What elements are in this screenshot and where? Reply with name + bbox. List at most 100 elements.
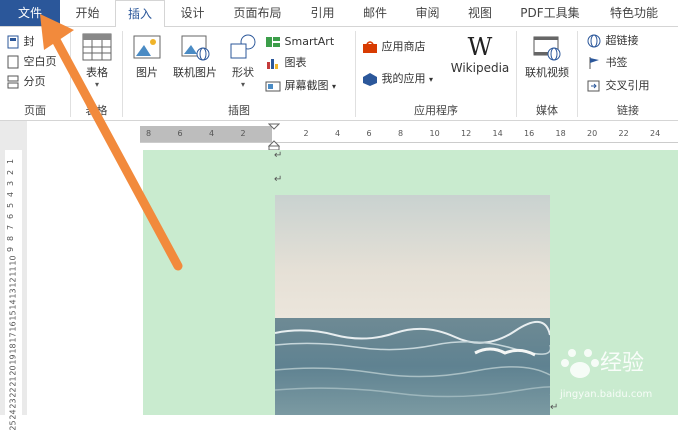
ribbon-tab-bar: 文件 开始 插入 设计 页面布局 引用 邮件 审阅 视图 PDF工具集 特色功能: [0, 0, 678, 27]
ruler-tick-label: 8: [6, 235, 16, 242]
my-apps-button[interactable]: 我的应用 ▾: [362, 70, 433, 88]
picture-button[interactable]: 图片: [129, 33, 165, 80]
hyperlink-icon: [587, 34, 601, 48]
ruler-tick-label: 2: [303, 129, 309, 138]
ruler-tick-label: 5: [6, 202, 16, 209]
horizontal-ruler[interactable]: 86422468101214161820222426: [140, 126, 678, 143]
table-label: 表格: [86, 66, 108, 79]
ruler-tick-label: 21: [8, 376, 18, 387]
cover-page-button[interactable]: 封: [6, 33, 35, 51]
inserted-picture[interactable]: [275, 195, 550, 415]
page-break-button[interactable]: 分页: [6, 73, 46, 91]
table-button[interactable]: 表格 ▾: [77, 33, 117, 89]
page-break-label: 分页: [23, 75, 46, 88]
ruler-tick-label: 14: [8, 299, 18, 310]
tab-references[interactable]: 引用: [295, 0, 350, 26]
wikipedia-button[interactable]: W Wikipedia: [448, 33, 512, 75]
ruler-tick-label: 9: [6, 246, 16, 253]
cover-page-label: 封: [23, 35, 35, 48]
online-video-button[interactable]: 联机视频: [520, 33, 574, 80]
tab-insert[interactable]: 插入: [115, 0, 165, 27]
ruler-tick-label: 14: [492, 129, 503, 138]
table-icon: [82, 33, 112, 61]
screenshot-button[interactable]: 屏幕截图 ▾: [265, 77, 336, 95]
group-label-pages: 页面: [24, 104, 46, 117]
wikipedia-icon: W: [467, 33, 493, 61]
baidu-jingyan-watermark: 经验 jingyan.baidu.com: [560, 345, 675, 405]
paragraph-mark: ↵: [274, 150, 283, 161]
smartart-button[interactable]: SmartArt: [265, 33, 334, 51]
blank-page-button[interactable]: 空白页: [6, 53, 57, 71]
online-video-icon: [533, 36, 561, 61]
table-dropdown-icon: ▾: [94, 80, 99, 89]
ruler-tick-label: 22: [8, 387, 18, 398]
picture-icon: [133, 35, 161, 59]
ruler-tick-label: 25: [8, 420, 18, 431]
bookmark-label: 书签: [605, 56, 628, 69]
ruler-tick-label: 20: [587, 129, 598, 138]
hyperlink-button[interactable]: 超链接: [586, 32, 639, 50]
ruler-tick-label: 15: [8, 310, 18, 321]
tab-layout[interactable]: 页面布局: [220, 0, 295, 26]
ruler-tick-label: 3: [6, 180, 16, 187]
vertical-ruler: 1 2 3 4 5 6 7 8 9 10 11 12 13 14 15 16 17 18 19 20 21 22 23 24 2…: [0, 121, 27, 431]
tab-mailings[interactable]: 邮件: [350, 0, 400, 26]
online-picture-icon: [181, 35, 210, 61]
chart-icon: [267, 59, 278, 69]
indent-marker[interactable]: [267, 123, 281, 151]
store-label: 应用商店: [381, 40, 426, 53]
picture-label: 图片: [136, 66, 158, 79]
ruler-tick-label: 6: [177, 129, 183, 138]
ruler-tick-label: 12: [8, 277, 18, 288]
ruler-tick-label: 18: [8, 343, 18, 354]
tab-design[interactable]: 设计: [165, 0, 220, 26]
ruler-tick-label: 24: [650, 129, 661, 138]
my-apps-label: 我的应用: [381, 72, 426, 85]
sea-photo: [275, 195, 550, 415]
watermark-text: 经验: [600, 351, 645, 376]
ruler-tick-label: 2: [6, 169, 16, 176]
screenshot-icon: [265, 81, 281, 92]
ruler-tick-label: 2: [240, 129, 246, 138]
tab-file[interactable]: 文件: [0, 0, 60, 26]
tab-pdf-tools[interactable]: PDF工具集: [505, 0, 595, 26]
store-icon: [363, 41, 377, 53]
online-picture-button[interactable]: 联机图片: [167, 33, 223, 80]
paw-logo-icon: [561, 349, 599, 378]
shapes-dropdown-icon: ▾: [240, 80, 245, 89]
screenshot-label: 屏幕截图: [284, 79, 329, 92]
group-apps: 应用商店 我的应用 ▾ W Wikipedia 应用程序: [356, 27, 516, 121]
group-label-table: 表格: [85, 104, 108, 117]
tab-view[interactable]: 视图: [455, 0, 505, 26]
screenshot-dropdown-icon: ▾: [332, 82, 337, 91]
ruler-tick-label: 10: [8, 255, 18, 266]
paragraph-mark: ↵: [274, 174, 283, 185]
group-links: 超链接 书签 交叉引用 链接: [578, 27, 678, 121]
ruler-tick-label: 4: [209, 129, 215, 138]
tab-special[interactable]: 特色功能: [595, 0, 673, 26]
ruler-tick-label: 8: [146, 129, 152, 138]
shapes-icon: [230, 34, 256, 59]
smartart-icon: [266, 37, 280, 47]
group-label-media: 媒体: [536, 104, 558, 117]
blank-page-icon: [7, 55, 19, 69]
ruler-tick-label: 4: [335, 129, 341, 138]
ruler-tick-label: 18: [555, 129, 566, 138]
my-apps-icon: [363, 73, 377, 86]
ruler-tick-label: 10: [429, 129, 440, 138]
ruler-tick-label: 4: [6, 191, 16, 198]
ruler-margin-area: [140, 126, 272, 142]
ruler-tick-label: 11: [8, 266, 18, 277]
store-button[interactable]: 应用商店: [362, 38, 426, 56]
tab-review[interactable]: 审阅: [400, 0, 455, 26]
ruler-tick-label: 6: [366, 129, 372, 138]
my-apps-dropdown-icon: ▾: [429, 75, 434, 84]
page-break-icon: [7, 75, 19, 89]
group-label-apps: 应用程序: [414, 104, 458, 117]
cross-reference-button[interactable]: 交叉引用: [586, 77, 650, 95]
ruler-tick-label: 8: [398, 129, 404, 138]
chart-button[interactable]: 图表: [265, 54, 307, 72]
bookmark-button[interactable]: 书签: [586, 54, 628, 72]
shapes-button[interactable]: 形状 ▾: [225, 33, 261, 89]
tab-home[interactable]: 开始: [60, 0, 115, 26]
